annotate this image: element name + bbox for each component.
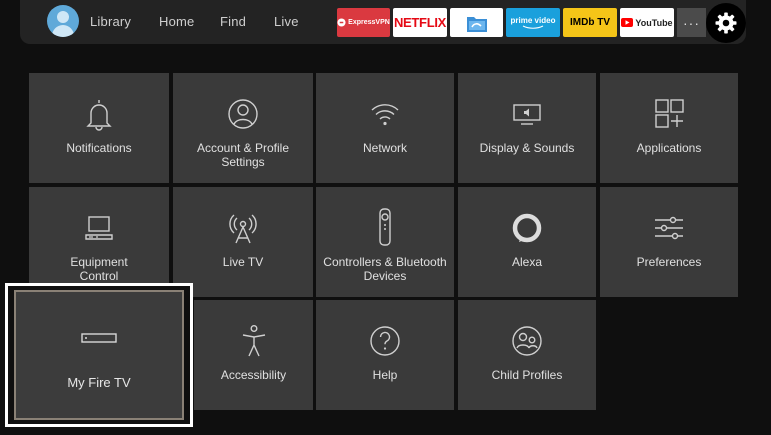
sliders-icon	[655, 216, 683, 240]
tile-label: Applications	[636, 141, 702, 155]
tile-preferences[interactable]: Preferences	[600, 187, 738, 297]
app-expressvpn[interactable]: ExpressVPN	[337, 8, 390, 37]
tile-label: Live TV	[222, 255, 264, 269]
tile-child-profiles[interactable]: Child Profiles	[458, 300, 596, 410]
tile-equipment-control[interactable]: Equipment Control	[29, 187, 169, 297]
tile-live-tv[interactable]: Live TV	[173, 187, 313, 297]
tile-applications[interactable]: Applications	[600, 73, 738, 183]
bell-icon	[86, 100, 112, 131]
wifi-icon	[371, 104, 399, 126]
nav-live[interactable]: Live	[274, 14, 299, 29]
tv-remote-equipment-icon	[85, 216, 113, 240]
remote-control-icon	[379, 208, 391, 246]
tile-label: Display & Sounds	[479, 141, 575, 155]
tile-label: Child Profiles	[491, 368, 563, 382]
gear-icon	[715, 12, 737, 34]
app-file-manager[interactable]	[450, 8, 503, 37]
focus-highlight: My Fire TV	[5, 283, 193, 427]
settings-gear-button[interactable]	[706, 3, 746, 43]
tile-help[interactable]: Help	[316, 300, 454, 410]
display-sound-icon	[513, 104, 541, 125]
tile-label: Account & Profile Settings	[196, 141, 290, 169]
expressvpn-icon	[337, 18, 346, 27]
profile-icon	[228, 99, 258, 129]
accessibility-icon	[242, 325, 265, 357]
prime-video-logo: prime video	[510, 16, 556, 25]
nav-find[interactable]: Find	[220, 14, 246, 29]
antenna-icon	[229, 214, 257, 244]
tile-label: Preferences	[636, 255, 702, 269]
apps-grid-icon	[655, 99, 684, 128]
app-imdb-tv[interactable]: IMDb TV	[563, 8, 617, 37]
imdb-tv-logo: IMDb TV	[570, 17, 610, 28]
tile-display-sounds[interactable]: Display & Sounds	[458, 73, 596, 183]
expressvpn-label: ExpressVPN	[348, 19, 390, 26]
app-netflix[interactable]: NETFLIX	[393, 8, 447, 37]
file-manager-icon	[466, 16, 487, 32]
more-apps-button[interactable]: ···	[677, 8, 706, 37]
tile-notifications[interactable]: Notifications	[29, 73, 169, 183]
netflix-logo: NETFLIX	[393, 15, 447, 30]
tile-label: Help	[372, 368, 398, 382]
tile-alexa[interactable]: Alexa	[458, 187, 596, 297]
smile-arrow-icon	[522, 25, 544, 29]
tile-controllers-bluetooth[interactable]: Controllers & Bluetooth Devices	[316, 187, 454, 297]
app-youtube[interactable]: YouTube	[620, 8, 674, 37]
nav-library[interactable]: Library	[90, 14, 131, 29]
child-profiles-icon	[512, 326, 542, 356]
tile-label: My Fire TV	[67, 375, 131, 390]
youtube-play-icon	[621, 18, 634, 27]
tile-label: Equipment Control	[70, 255, 128, 283]
tile-network[interactable]: Network	[316, 73, 454, 183]
tile-label: Controllers & Bluetooth Devices	[323, 255, 447, 283]
tile-label: Accessibility	[220, 368, 287, 382]
tile-account-profile[interactable]: Account & Profile Settings	[173, 73, 313, 183]
tile-accessibility[interactable]: Accessibility	[194, 300, 313, 410]
fire-tv-device-icon	[81, 333, 117, 343]
more-icon: ···	[683, 14, 700, 31]
tile-label: Notifications	[66, 141, 132, 155]
alexa-icon	[512, 213, 542, 243]
nav-home[interactable]: Home	[159, 14, 194, 29]
tile-label: Network	[362, 141, 407, 155]
tile-my-fire-tv[interactable]: My Fire TV	[14, 290, 184, 420]
profile-avatar[interactable]	[47, 5, 79, 37]
youtube-logo: YouTube	[635, 17, 673, 28]
help-icon	[370, 326, 400, 356]
tile-label: Alexa	[511, 255, 543, 269]
app-prime-video[interactable]: prime video	[506, 8, 560, 37]
